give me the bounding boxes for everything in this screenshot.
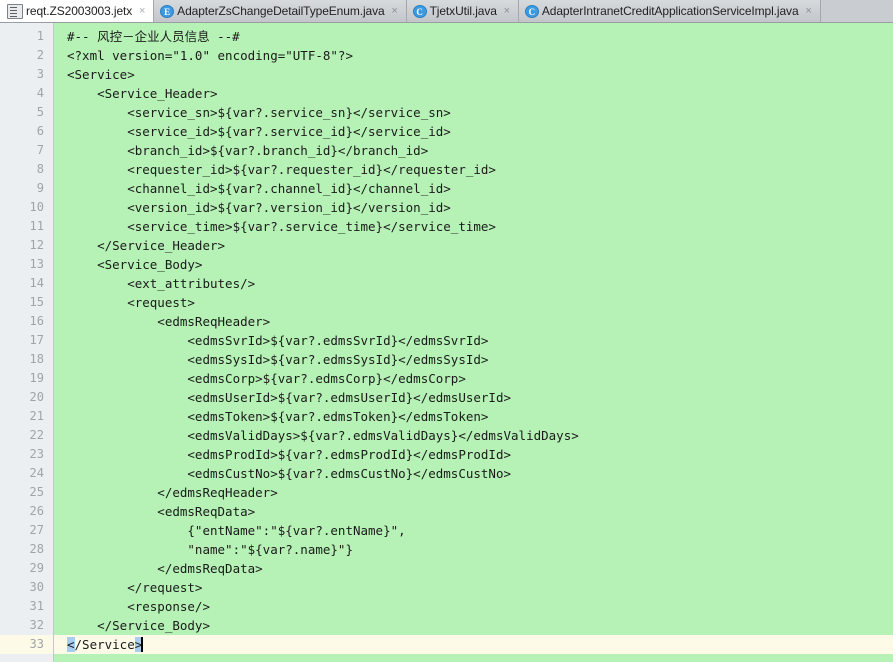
code-line[interactable]: <service_sn>${var?.service_sn}</service_…	[54, 103, 893, 122]
editor-tab[interactable]: C TjetxUtil.java ×	[406, 0, 519, 22]
file-icon	[7, 3, 23, 19]
code-line[interactable]: <edmsReqData>	[54, 502, 893, 521]
code-line[interactable]: <edmsCorp>${var?.edmsCorp}</edmsCorp>	[54, 369, 893, 388]
line-number[interactable]: 29	[0, 559, 53, 578]
selected-text: <	[67, 637, 75, 652]
line-number[interactable]: 23	[0, 445, 53, 464]
code-line[interactable]: <edmsProdId>${var?.edmsProdId}</edmsProd…	[54, 445, 893, 464]
code-line[interactable]: <Service_Body>	[54, 255, 893, 274]
code-line[interactable]: <service_time>${var?.service_time}</serv…	[54, 217, 893, 236]
line-number[interactable]: 4	[0, 84, 53, 103]
code-line[interactable]: <channel_id>${var?.channel_id}</channel_…	[54, 179, 893, 198]
line-number[interactable]: 14	[0, 274, 53, 293]
line-number[interactable]: 28	[0, 540, 53, 559]
code-line[interactable]: <edmsCustNo>${var?.edmsCustNo}</edmsCust…	[54, 464, 893, 483]
code-line[interactable]: </edmsReqHeader>	[54, 483, 893, 502]
text-caret	[141, 637, 144, 652]
line-number[interactable]: 17	[0, 331, 53, 350]
line-number[interactable]: 9	[0, 179, 53, 198]
line-number[interactable]: 33	[0, 635, 53, 654]
code-line[interactable]: <edmsUserId>${var?.edmsUserId}</edmsUser…	[54, 388, 893, 407]
code-line[interactable]: <Service_Header>	[54, 84, 893, 103]
java-class-icon: C	[412, 4, 427, 18]
code-line[interactable]: <edmsToken>${var?.edmsToken}</edmsToken>	[54, 407, 893, 426]
line-number[interactable]: 10	[0, 198, 53, 217]
code-line[interactable]: <edmsSysId>${var?.edmsSysId}</edmsSysId>	[54, 350, 893, 369]
line-number[interactable]: 22	[0, 426, 53, 445]
editor-tab-bar: reqt.ZS2003003.jetx × E AdapterZsChangeDeta…	[0, 0, 893, 23]
editor-tab[interactable]: reqt.ZS2003003.jetx ×	[0, 0, 155, 22]
line-number[interactable]: 6	[0, 122, 53, 141]
line-number[interactable]: 8	[0, 160, 53, 179]
editor-tab[interactable]: C AdapterIntranetCreditApplicationService…	[518, 0, 821, 22]
line-number[interactable]: 12	[0, 236, 53, 255]
line-number[interactable]: 3	[0, 65, 53, 84]
line-number[interactable]: 7	[0, 141, 53, 160]
close-icon[interactable]: ×	[136, 0, 148, 22]
code-line[interactable]: <Service>	[54, 65, 893, 84]
code-line[interactable]: <branch_id>${var?.branch_id}</branch_id>	[54, 141, 893, 160]
editor-window: reqt.ZS2003003.jetx × E AdapterZsChangeDeta…	[0, 0, 893, 662]
line-number[interactable]: 32	[0, 616, 53, 635]
code-editor[interactable]: 1 2 3 4 5 6 7 8 9 10 11 12 13 14 15 16 17 18 19 20 21 22 23 24 2…	[0, 23, 893, 662]
line-number[interactable]: 11	[0, 217, 53, 236]
editor-tab-label: TjetxUtil.java	[429, 4, 497, 18]
editor-tab-label: AdapterZsChangeDetailTypeEnum.java	[177, 4, 385, 18]
code-line[interactable]: <request>	[54, 293, 893, 312]
code-line[interactable]: </Service>	[54, 635, 893, 654]
line-number[interactable]: 24	[0, 464, 53, 483]
editor-tab-label: reqt.ZS2003003.jetx	[26, 4, 133, 18]
line-number-gutter[interactable]: 1 2 3 4 5 6 7 8 9 10 11 12 13 14 15 16 17 18 19 20 21 22 23 24 2…	[0, 23, 54, 662]
line-number[interactable]: 19	[0, 369, 53, 388]
code-line[interactable]: <version_id>${var?.version_id}</version_…	[54, 198, 893, 217]
code-line[interactable]: <edmsReqHeader>	[54, 312, 893, 331]
java-class-icon: C	[524, 4, 539, 18]
code-line[interactable]: <requester_id>${var?.requester_id}</requ…	[54, 160, 893, 179]
code-line[interactable]: <edmsValidDays>${var?.edmsValidDays}</ed…	[54, 426, 893, 445]
code-line[interactable]: </request>	[54, 578, 893, 597]
code-content-area[interactable]: #-- 风控－企业人员信息 --# <?xml version="1.0" enc…	[54, 23, 893, 662]
line-number[interactable]: 15	[0, 293, 53, 312]
code-line[interactable]: #-- 风控－企业人员信息 --#	[54, 27, 893, 46]
line-number[interactable]: 26	[0, 502, 53, 521]
code-line[interactable]: {"entName":"${var?.entName}",	[54, 521, 893, 540]
code-line[interactable]: <response/>	[54, 597, 893, 616]
code-line[interactable]: </Service_Header>	[54, 236, 893, 255]
code-line[interactable]: <edmsSvrId>${var?.edmsSvrId}</edmsSvrId>	[54, 331, 893, 350]
line-number[interactable]: 30	[0, 578, 53, 597]
line-number[interactable]: 16	[0, 312, 53, 331]
code-line[interactable]: <service_id>${var?.service_id}</service_…	[54, 122, 893, 141]
line-number[interactable]: 5	[0, 103, 53, 122]
editor-tab[interactable]: E AdapterZsChangeDetailTypeEnum.java ×	[154, 0, 407, 22]
line-number[interactable]: 1	[0, 27, 53, 46]
enum-class-icon: E	[160, 4, 175, 18]
line-number[interactable]: 27	[0, 521, 53, 540]
code-line[interactable]: <?xml version="1.0" encoding="UTF-8"?>	[54, 46, 893, 65]
close-icon[interactable]: ×	[389, 0, 401, 22]
close-icon[interactable]: ×	[803, 0, 815, 22]
code-line[interactable]: </edmsReqData>	[54, 559, 893, 578]
line-number[interactable]: 13	[0, 255, 53, 274]
line-number[interactable]: 31	[0, 597, 53, 616]
line-number[interactable]: 21	[0, 407, 53, 426]
editor-tab-label: AdapterIntranetCreditApplicationServiceI…	[541, 4, 799, 18]
line-number[interactable]: 20	[0, 388, 53, 407]
line-number[interactable]: 25	[0, 483, 53, 502]
line-number[interactable]: 18	[0, 350, 53, 369]
code-line[interactable]: </Service_Body>	[54, 616, 893, 635]
close-icon[interactable]: ×	[501, 0, 513, 22]
line-number[interactable]: 2	[0, 46, 53, 65]
code-line[interactable]: <ext_attributes/>	[54, 274, 893, 293]
code-line[interactable]: "name":"${var?.name}"}	[54, 540, 893, 559]
